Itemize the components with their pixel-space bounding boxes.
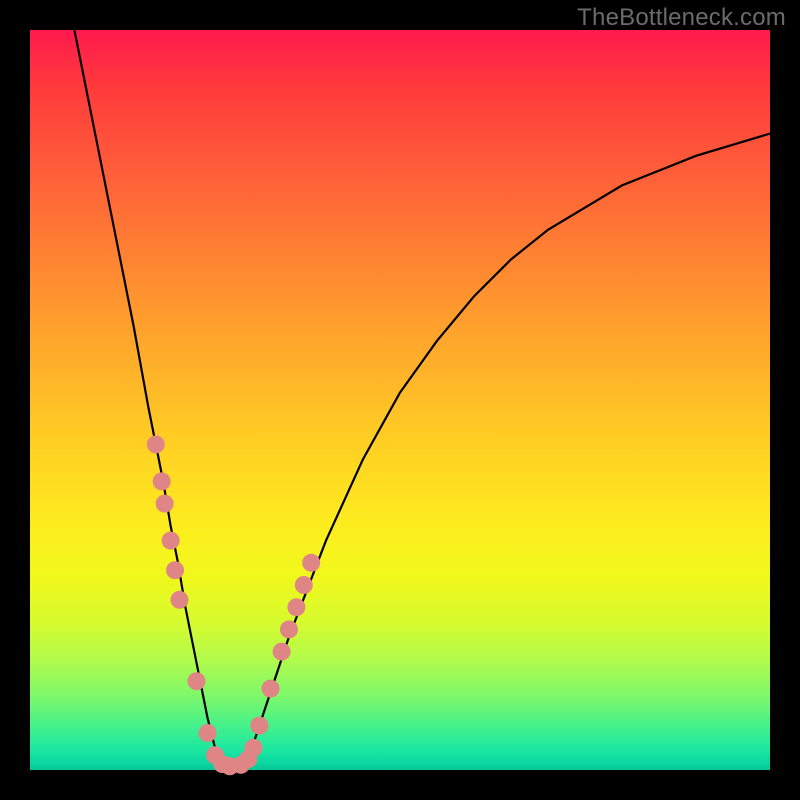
data-marker xyxy=(302,554,320,572)
data-marker xyxy=(170,591,188,609)
data-marker xyxy=(280,620,298,638)
data-marker xyxy=(162,532,180,550)
data-marker xyxy=(156,495,174,513)
chart-frame: TheBottleneck.com xyxy=(0,0,800,800)
data-marker xyxy=(199,724,217,742)
data-marker xyxy=(188,672,206,690)
data-marker xyxy=(244,739,262,757)
data-marker xyxy=(295,576,313,594)
data-marker xyxy=(153,472,171,490)
plot-area xyxy=(30,30,770,770)
bottleneck-curve xyxy=(74,30,770,766)
data-marker xyxy=(166,561,184,579)
markers-group xyxy=(147,435,320,775)
data-marker xyxy=(287,598,305,616)
curve-svg xyxy=(30,30,770,770)
data-marker xyxy=(262,680,280,698)
data-marker xyxy=(273,643,291,661)
attribution-text: TheBottleneck.com xyxy=(577,4,786,32)
data-marker xyxy=(147,435,165,453)
data-marker xyxy=(250,717,268,735)
